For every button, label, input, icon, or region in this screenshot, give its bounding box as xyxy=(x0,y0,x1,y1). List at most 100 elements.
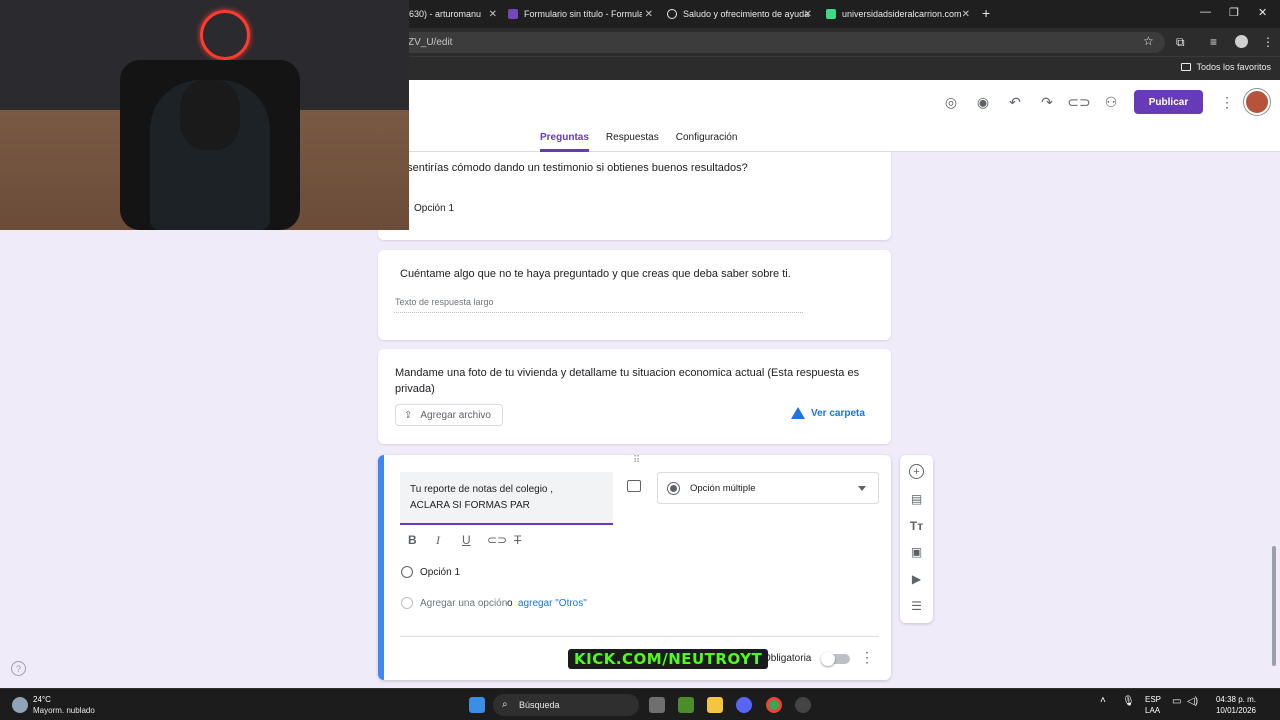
add-image-icon[interactable] xyxy=(627,480,641,492)
drag-handle-icon[interactable]: ⠿ xyxy=(633,455,640,466)
volume-icon[interactable]: ◁) xyxy=(1187,696,1198,707)
add-other-link[interactable]: agregar "Otros" xyxy=(518,598,587,609)
minimize-icon[interactable]: — xyxy=(1200,6,1211,18)
clock-time: 04:38 p. m. xyxy=(1215,695,1256,704)
url-field[interactable]: ZV_U/edit xyxy=(400,32,1165,53)
more-options-icon[interactable]: ⋮ xyxy=(1220,94,1234,111)
google-drive-icon xyxy=(791,407,805,419)
add-option-link[interactable]: Agregar una opción xyxy=(420,598,507,609)
radio-button xyxy=(401,597,413,609)
language-indicator[interactable]: ESP LAA xyxy=(1145,694,1161,716)
add-image-icon[interactable]: ▣ xyxy=(909,544,924,559)
long-answer-placeholder: Texto de respuesta largo xyxy=(395,297,494,307)
folder-icon xyxy=(1181,63,1192,71)
microphone-icon[interactable]: 🎙 xyxy=(1122,696,1135,707)
search-label: Búsqueda xyxy=(519,700,560,710)
windows-start-icon[interactable] xyxy=(469,697,485,713)
question-type-select[interactable]: Opción múltiple xyxy=(657,472,879,504)
import-questions-icon[interactable]: ▤ xyxy=(909,491,924,506)
add-section-icon[interactable]: ☰ xyxy=(909,598,924,613)
tab-title: Saludo y ofrecimiento de ayuda xyxy=(683,9,810,19)
weather-icon[interactable] xyxy=(12,697,28,713)
browser-tab[interactable]: universidadsideralcarrion.com ✕ xyxy=(826,4,970,24)
forms-tabs: Preguntas Respuestas Configuración xyxy=(540,132,737,152)
tab-responses[interactable]: Respuestas xyxy=(606,132,659,152)
tab-title: Formulario sin título - Formular xyxy=(524,9,642,19)
add-title-icon[interactable]: Tт xyxy=(909,518,924,533)
system-clock[interactable]: 04:38 p. m. 10/01/2026 xyxy=(1206,694,1256,716)
window-close-icon[interactable]: ✕ xyxy=(1258,6,1267,19)
media-controls-icon[interactable]: ≡ xyxy=(1210,35,1217,49)
account-avatar[interactable] xyxy=(1244,89,1270,115)
redo-icon[interactable]: ↷ xyxy=(1038,93,1056,111)
palette-icon[interactable]: ◎ xyxy=(942,93,960,111)
chrome-icon[interactable] xyxy=(766,697,782,713)
question-card[interactable]: Mandame una foto de tu vivienda y detall… xyxy=(378,349,891,444)
app-icon[interactable] xyxy=(795,697,811,713)
weather-description[interactable]: Mayorm. nublado xyxy=(33,706,95,715)
question-type-label: Opción múltiple xyxy=(690,482,756,494)
active-question-card[interactable]: ⠿ Tu reporte de notas del colegio , ACLA… xyxy=(378,455,891,680)
neon-sign xyxy=(200,10,250,60)
question-title: e sentirías cómodo dando un testimonio s… xyxy=(398,162,748,174)
view-folder-link[interactable]: Ver carpeta xyxy=(791,407,865,419)
close-icon[interactable]: ✕ xyxy=(804,9,812,20)
clear-format-icon[interactable]: T xyxy=(514,533,521,547)
discord-icon[interactable] xyxy=(736,697,752,713)
radio-type-icon xyxy=(667,482,680,495)
underline-icon[interactable]: U xyxy=(462,533,471,547)
all-bookmarks-button[interactable]: Todos los favoritos xyxy=(1181,62,1271,72)
browser-tab-active[interactable]: Formulario sin título - Formular ✕ xyxy=(508,4,653,24)
task-view-icon[interactable] xyxy=(649,697,665,713)
site-favicon-icon xyxy=(826,9,836,19)
help-icon[interactable]: ? xyxy=(11,661,26,676)
search-icon: ⌕ xyxy=(502,699,508,710)
add-video-icon[interactable]: ▶ xyxy=(909,571,924,586)
question-title-input[interactable]: Tu reporte de notas del colegio , ACLARA… xyxy=(400,472,613,525)
restore-icon[interactable]: ❐ xyxy=(1229,6,1239,19)
taskbar-search[interactable]: ⌕ Búsqueda xyxy=(493,694,639,716)
chevron-down-icon xyxy=(858,486,866,491)
publish-button[interactable]: Publicar xyxy=(1134,90,1203,114)
radio-button[interactable] xyxy=(401,566,413,578)
minecraft-icon[interactable] xyxy=(678,697,694,713)
browser-tab[interactable]: Saludo y ofrecimiento de ayuda ✕ xyxy=(667,4,812,24)
footer-divider xyxy=(400,636,879,637)
link-icon[interactable]: ⊂⊃ xyxy=(1067,93,1090,111)
browser-menu-icon[interactable]: ⋮ xyxy=(1262,35,1274,49)
show-hidden-icons[interactable]: ˄ xyxy=(1100,695,1106,706)
undo-icon[interactable]: ↶ xyxy=(1006,93,1024,111)
tab-title: universidadsideralcarrion.com xyxy=(842,9,962,19)
extensions-icon[interactable]: ⧉ xyxy=(1176,35,1185,50)
tab-settings[interactable]: Configuración xyxy=(676,132,738,152)
tab-questions[interactable]: Preguntas xyxy=(540,132,589,152)
new-tab-button[interactable]: + xyxy=(982,5,990,21)
browser-tab[interactable]: 630) - arturomanu ✕ xyxy=(409,4,497,24)
question-title: Cuéntame algo que no te haya preguntado … xyxy=(400,268,791,280)
page-scrollbar[interactable] xyxy=(1272,546,1276,666)
bold-icon[interactable]: B xyxy=(408,533,417,547)
option-label[interactable]: Opción 1 xyxy=(420,567,460,578)
stream-watermark: KICK.COM/NEUTROYT xyxy=(568,649,769,669)
more-vertical-icon[interactable]: ⋮ xyxy=(860,649,874,666)
title-line-2: ACLARA SI FORMAS PAR xyxy=(410,500,530,511)
preview-icon[interactable]: ◉ xyxy=(974,93,992,111)
close-icon[interactable]: ✕ xyxy=(645,9,653,20)
link-format-icon[interactable]: ⊂⊃ xyxy=(487,533,507,547)
file-explorer-icon[interactable] xyxy=(707,697,723,713)
question-card[interactable]: e sentirías cómodo dando un testimonio s… xyxy=(378,152,891,240)
close-icon[interactable]: ✕ xyxy=(962,9,970,20)
italic-icon[interactable]: I xyxy=(436,533,440,548)
close-icon[interactable]: ✕ xyxy=(489,9,497,20)
add-collaborator-icon[interactable]: ⚇ xyxy=(1102,93,1120,111)
question-card[interactable]: Cuéntame algo que no te haya preguntado … xyxy=(378,250,891,340)
bookmark-star-icon[interactable]: ☆ xyxy=(1143,34,1154,48)
network-icon[interactable]: ▭ xyxy=(1172,696,1181,707)
weather-temperature[interactable]: 24°C xyxy=(33,695,51,704)
forms-favicon-icon xyxy=(508,9,518,19)
all-bookmarks-label: Todos los favoritos xyxy=(1196,62,1271,72)
upload-icon: ⇪ xyxy=(404,409,413,421)
add-file-button[interactable]: ⇪ Agregar archivo xyxy=(395,404,503,426)
add-question-icon[interactable]: + xyxy=(909,464,924,479)
profile-avatar-icon[interactable] xyxy=(1235,35,1248,48)
